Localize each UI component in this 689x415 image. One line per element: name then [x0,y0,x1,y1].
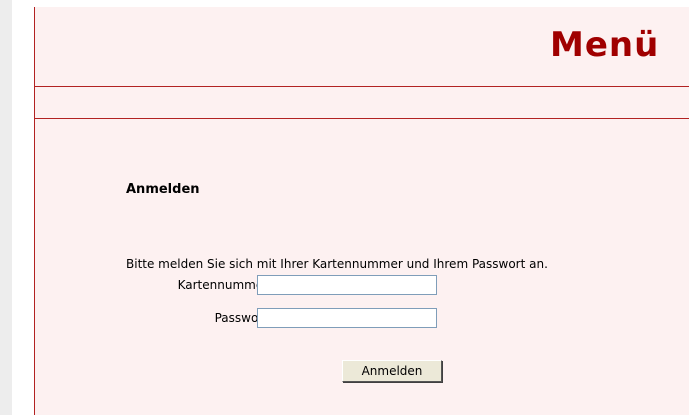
card-number-input[interactable] [257,275,437,295]
left-gap [12,0,34,415]
header-divider-bottom [34,118,689,119]
left-sidebar-strip [0,0,12,415]
login-heading: Anmelden [126,182,200,197]
login-instruction: Bitte melden Sie sich mit Ihrer Kartennu… [126,257,548,271]
header-divider-top [34,86,689,87]
page-title: Menü [550,25,660,65]
login-button[interactable]: Anmelden [342,360,442,382]
card-number-row: Kartennummer: [126,275,456,297]
login-form: Anmelden Bitte melden Sie sich mit Ihrer… [126,180,686,382]
page: Menü Anmelden Bitte melden Sie sich mit … [0,0,689,415]
password-row: Passwort: [126,308,456,330]
password-input[interactable] [257,308,437,328]
content-panel: Menü [34,7,689,415]
